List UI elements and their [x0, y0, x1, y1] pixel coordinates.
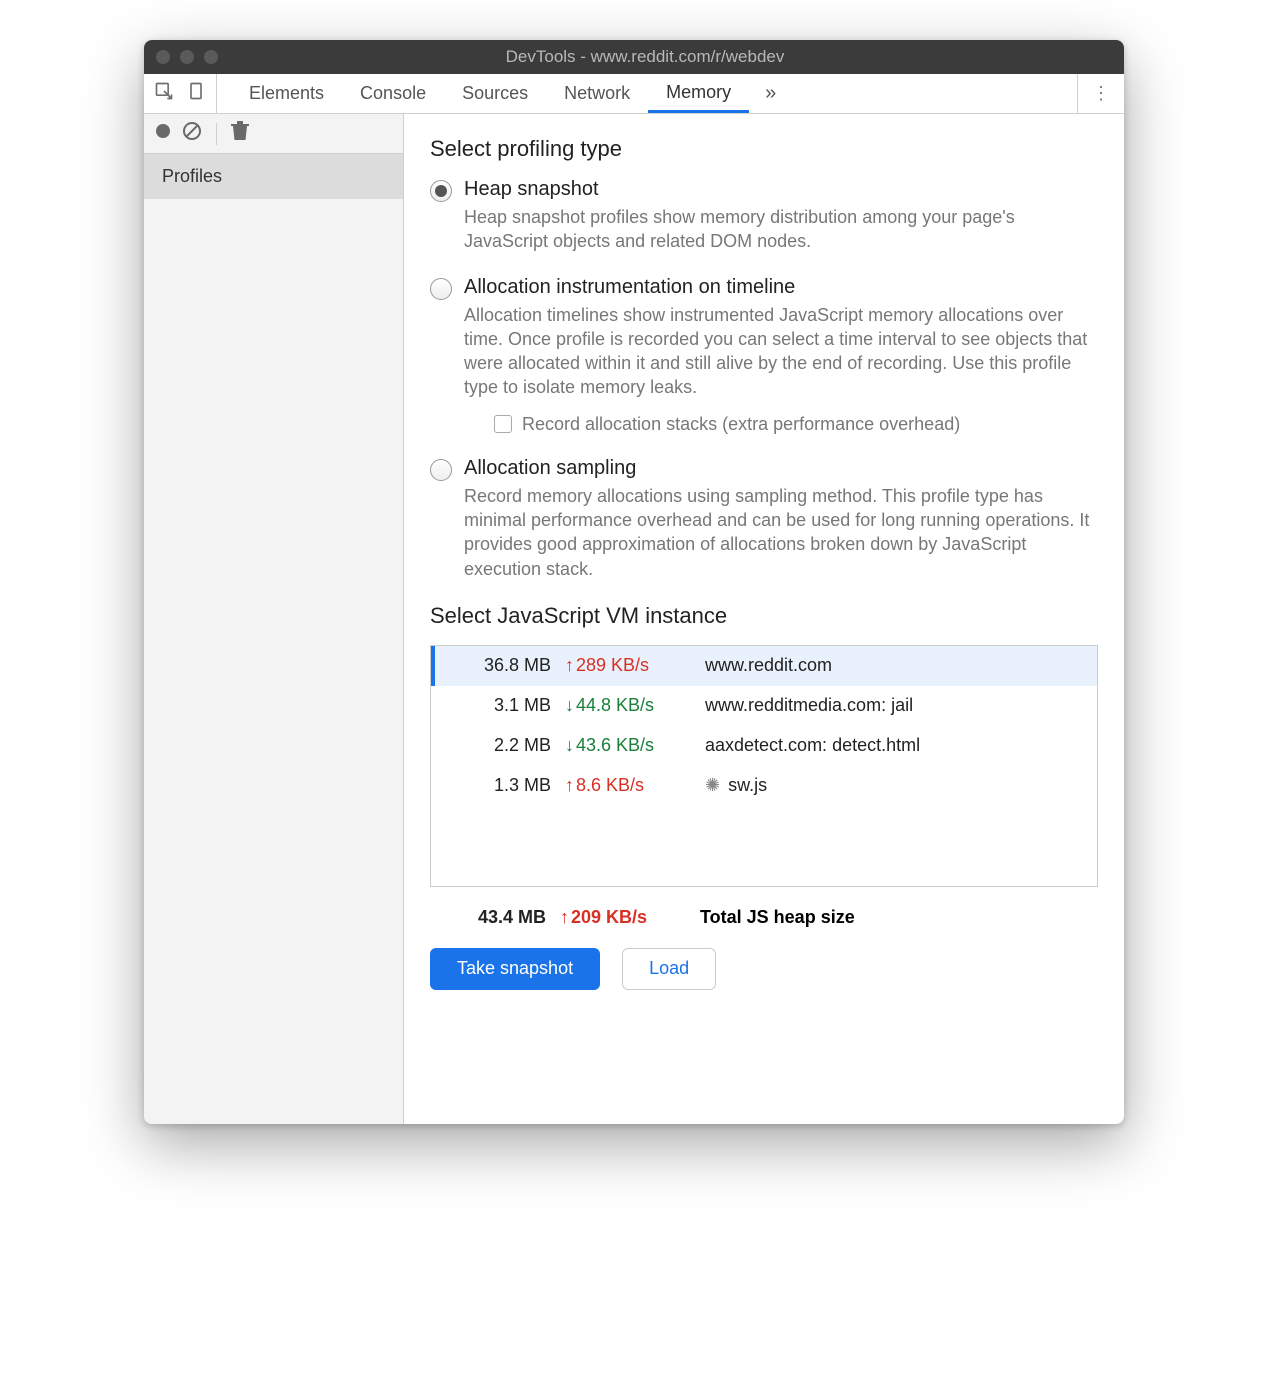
vm-name: ✺ sw.js — [705, 775, 1085, 796]
tabs-overflow-icon[interactable]: » — [749, 74, 792, 113]
vm-size: 2.2 MB — [435, 735, 565, 756]
spacer — [431, 806, 1097, 886]
traffic-lights — [156, 50, 218, 64]
total-rate: ↑209 KB/s — [560, 907, 700, 928]
total-row: 43.4 MB ↑209 KB/s Total JS heap size — [430, 887, 1098, 948]
arrow-up-icon: ↑ — [565, 775, 574, 796]
tab-memory[interactable]: Memory — [648, 74, 749, 113]
vm-name: www.reddit.com — [705, 655, 1085, 676]
vm-rate: ↑289 KB/s — [565, 655, 705, 676]
take-snapshot-button[interactable]: Take snapshot — [430, 948, 600, 990]
devtools-window: DevTools - www.reddit.com/r/webdev Eleme… — [144, 40, 1124, 1124]
radio-allocation-timeline[interactable] — [430, 278, 452, 300]
zoom-dot[interactable] — [204, 50, 218, 64]
total-label: Total JS heap size — [700, 907, 1086, 928]
vm-size: 3.1 MB — [435, 695, 565, 716]
sidebar-toolbar — [144, 114, 403, 154]
checkbox-record-stacks[interactable]: Record allocation stacks (extra performa… — [494, 414, 1098, 435]
vm-instance-list: 36.8 MB ↑289 KB/s www.reddit.com 3.1 MB … — [430, 645, 1098, 887]
arrow-up-icon: ↑ — [560, 907, 569, 928]
kebab-menu-icon[interactable]: ⋮ — [1077, 74, 1124, 113]
arrow-up-icon: ↑ — [565, 655, 574, 676]
tab-console[interactable]: Console — [342, 74, 444, 113]
checkbox-icon[interactable] — [494, 415, 512, 433]
total-size: 43.4 MB — [430, 907, 560, 928]
sidebar: Profiles — [144, 114, 404, 1124]
arrow-down-icon: ↓ — [565, 695, 574, 716]
tab-elements[interactable]: Elements — [231, 74, 342, 113]
option-desc: Allocation timelines show instrumented J… — [464, 303, 1098, 400]
load-button[interactable]: Load — [622, 948, 716, 990]
divider — [216, 123, 217, 145]
record-icon[interactable] — [154, 122, 172, 145]
heading-profiling-type: Select profiling type — [430, 136, 1098, 162]
sidebar-item-profiles[interactable]: Profiles — [144, 154, 403, 199]
action-buttons: Take snapshot Load — [430, 948, 1098, 990]
radio-allocation-sampling[interactable] — [430, 459, 452, 481]
tabbar: Elements Console Sources Network Memory … — [144, 74, 1124, 114]
trash-icon[interactable] — [231, 121, 249, 146]
option-desc: Record memory allocations using sampling… — [464, 484, 1098, 581]
option-title: Allocation sampling — [464, 457, 1098, 480]
minimize-dot[interactable] — [180, 50, 194, 64]
heading-vm-instance: Select JavaScript VM instance — [430, 603, 1098, 629]
device-toggle-icon[interactable] — [186, 81, 206, 106]
vm-size: 1.3 MB — [435, 775, 565, 796]
clear-icon[interactable] — [182, 121, 202, 146]
vm-row[interactable]: 3.1 MB ↓44.8 KB/s www.redditmedia.com: j… — [431, 686, 1097, 726]
inspect-icon[interactable] — [154, 81, 174, 106]
window-title: DevTools - www.reddit.com/r/webdev — [238, 47, 1052, 67]
radio-heap-snapshot[interactable] — [430, 180, 452, 202]
vm-name: www.redditmedia.com: jail — [705, 695, 1085, 716]
option-desc: Heap snapshot profiles show memory distr… — [464, 205, 1098, 254]
vm-row[interactable]: 36.8 MB ↑289 KB/s www.reddit.com — [431, 646, 1097, 686]
tab-network[interactable]: Network — [546, 74, 648, 113]
tabbar-left-tools — [144, 74, 217, 113]
main-panel: Select profiling type Heap snapshot Heap… — [404, 114, 1124, 1124]
panel-tabs: Elements Console Sources Network Memory … — [217, 74, 792, 113]
vm-size: 36.8 MB — [435, 655, 565, 676]
vm-rate: ↓44.8 KB/s — [565, 695, 705, 716]
option-title: Allocation instrumentation on timeline — [464, 276, 1098, 299]
option-heap-snapshot[interactable]: Heap snapshot Heap snapshot profiles sho… — [430, 178, 1098, 254]
vm-row[interactable]: 1.3 MB ↑8.6 KB/s ✺ sw.js — [431, 766, 1097, 806]
vm-rate: ↓43.6 KB/s — [565, 735, 705, 756]
vm-name: aaxdetect.com: detect.html — [705, 735, 1085, 756]
close-dot[interactable] — [156, 50, 170, 64]
option-allocation-timeline[interactable]: Allocation instrumentation on timeline A… — [430, 276, 1098, 435]
option-title: Heap snapshot — [464, 178, 1098, 201]
arrow-down-icon: ↓ — [565, 735, 574, 756]
tab-sources[interactable]: Sources — [444, 74, 546, 113]
vm-row[interactable]: 2.2 MB ↓43.6 KB/s aaxdetect.com: detect.… — [431, 726, 1097, 766]
vm-rate: ↑8.6 KB/s — [565, 775, 705, 796]
option-allocation-sampling[interactable]: Allocation sampling Record memory alloca… — [430, 457, 1098, 581]
checkbox-label: Record allocation stacks (extra performa… — [522, 414, 960, 435]
gear-icon: ✺ — [705, 775, 720, 796]
titlebar: DevTools - www.reddit.com/r/webdev — [144, 40, 1124, 74]
